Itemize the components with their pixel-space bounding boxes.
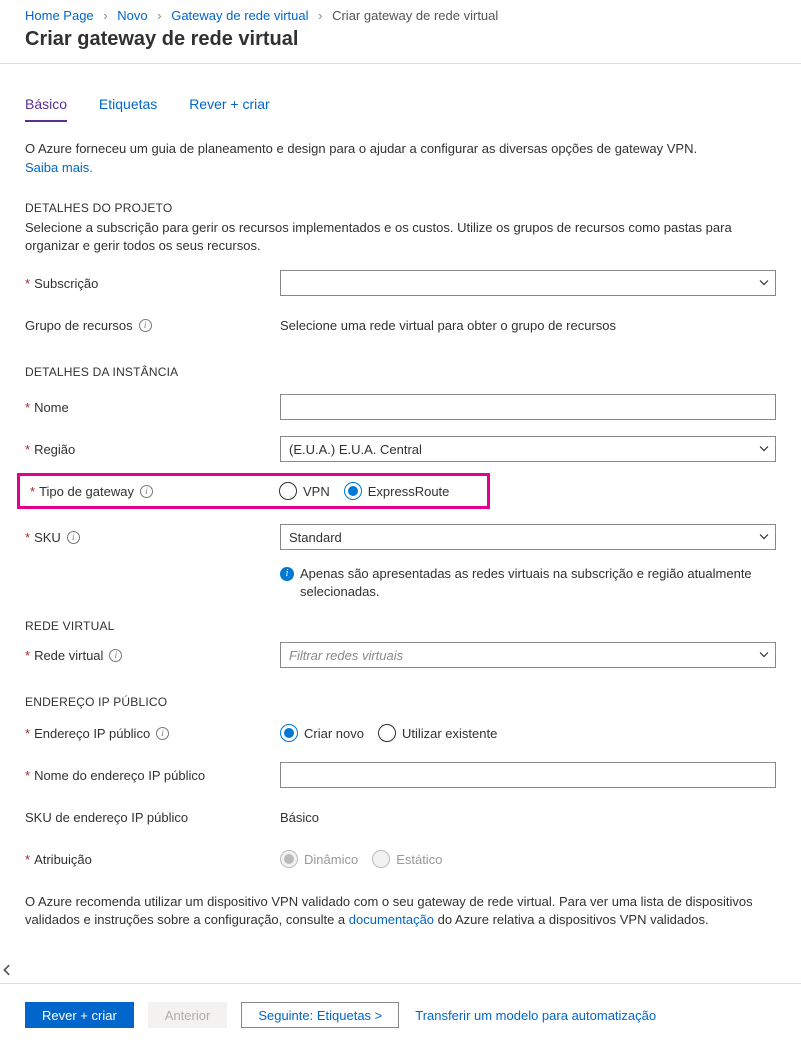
region-select[interactable]: (E.U.A.) E.U.A. Central bbox=[280, 436, 776, 462]
breadcrumb: Home Page › Novo › Gateway de rede virtu… bbox=[0, 0, 801, 26]
breadcrumb-novo[interactable]: Novo bbox=[117, 8, 147, 23]
info-icon: i bbox=[280, 567, 294, 581]
subscription-select[interactable] bbox=[280, 270, 776, 296]
gateway-type-vpn-radio[interactable]: VPN bbox=[279, 482, 330, 500]
name-label: *Nome bbox=[25, 400, 280, 415]
info-icon[interactable]: i bbox=[67, 531, 80, 544]
vnet-label: *Rede virtual i bbox=[25, 648, 280, 663]
info-icon[interactable]: i bbox=[139, 319, 152, 332]
gateway-type-label: *Tipo de gateway i bbox=[30, 484, 279, 499]
breadcrumb-gateway[interactable]: Gateway de rede virtual bbox=[171, 8, 308, 23]
footer: Rever + criar Anterior Seguinte: Etiquet… bbox=[0, 983, 801, 1048]
section-publicip-heading: ENDEREÇO IP PÚBLICO bbox=[25, 695, 776, 709]
chevron-down-icon bbox=[759, 650, 769, 660]
name-input[interactable] bbox=[280, 394, 776, 420]
breadcrumb-home[interactable]: Home Page bbox=[25, 8, 94, 23]
assignment-static-radio: Estático bbox=[372, 850, 442, 868]
subscription-label: *Subscrição bbox=[25, 276, 280, 291]
tab-tags[interactable]: Etiquetas bbox=[99, 90, 157, 120]
section-project-heading: DETALHES DO PROJETO bbox=[25, 201, 776, 215]
resource-group-label: Grupo de recursos i bbox=[25, 318, 280, 333]
publicip-address-label: *Endereço IP público i bbox=[25, 726, 280, 741]
tab-basic[interactable]: Básico bbox=[25, 90, 67, 122]
publicip-use-radio[interactable]: Utilizar existente bbox=[378, 724, 497, 742]
scroll-left-icon[interactable] bbox=[2, 964, 14, 976]
assignment-label: *Atribuição bbox=[25, 852, 280, 867]
tabs: Básico Etiquetas Rever + criar bbox=[25, 90, 776, 122]
publicip-name-label: *Nome do endereço IP público bbox=[25, 768, 280, 783]
vnet-select[interactable]: Filtrar redes virtuais bbox=[280, 642, 776, 668]
learn-more-link[interactable]: Saiba mais. bbox=[25, 160, 93, 175]
tab-review[interactable]: Rever + criar bbox=[189, 90, 270, 120]
download-template-link[interactable]: Transferir um modelo para automatização bbox=[415, 1008, 656, 1023]
next-button[interactable]: Seguinte: Etiquetas > bbox=[241, 1002, 399, 1028]
info-icon[interactable]: i bbox=[109, 649, 122, 662]
publicip-create-radio[interactable]: Criar novo bbox=[280, 724, 364, 742]
publicip-sku-label: SKU de endereço IP público bbox=[25, 810, 280, 825]
resource-group-text: Selecione uma rede virtual para obter o … bbox=[280, 318, 776, 333]
publicip-sku-value: Básico bbox=[280, 810, 776, 825]
region-label: *Região bbox=[25, 442, 280, 457]
assignment-dynamic-radio: Dinâmico bbox=[280, 850, 358, 868]
vnet-note: i Apenas são apresentadas as redes virtu… bbox=[280, 565, 776, 601]
section-project-desc: Selecione a subscrição para gerir os rec… bbox=[25, 219, 776, 255]
gateway-type-expressroute-radio[interactable]: ExpressRoute bbox=[344, 482, 450, 500]
gateway-type-highlight: *Tipo de gateway i VPN ExpressRoute bbox=[17, 473, 490, 509]
section-vnet-heading: REDE VIRTUAL bbox=[25, 619, 776, 633]
breadcrumb-current: Criar gateway de rede virtual bbox=[332, 8, 498, 23]
publicip-name-input[interactable] bbox=[280, 762, 776, 788]
chevron-right-icon: › bbox=[318, 8, 322, 23]
chevron-right-icon: › bbox=[103, 8, 107, 23]
sku-select[interactable]: Standard bbox=[280, 524, 776, 550]
bottom-note: O Azure recomenda utilizar um dispositiv… bbox=[25, 893, 776, 929]
previous-button: Anterior bbox=[148, 1002, 228, 1028]
chevron-down-icon bbox=[759, 532, 769, 542]
chevron-right-icon: › bbox=[157, 8, 161, 23]
info-icon[interactable]: i bbox=[156, 727, 169, 740]
chevron-down-icon bbox=[759, 444, 769, 454]
page-title: Criar gateway de rede virtual bbox=[25, 28, 776, 51]
intro-text: O Azure forneceu um guia de planeamento … bbox=[25, 140, 776, 158]
documentation-link[interactable]: documentação bbox=[349, 912, 434, 927]
sku-label: *SKU i bbox=[25, 530, 280, 545]
info-icon[interactable]: i bbox=[140, 485, 153, 498]
section-instance-heading: DETALHES DA INSTÂNCIA bbox=[25, 365, 776, 379]
chevron-down-icon bbox=[759, 278, 769, 288]
review-create-button[interactable]: Rever + criar bbox=[25, 1002, 134, 1028]
